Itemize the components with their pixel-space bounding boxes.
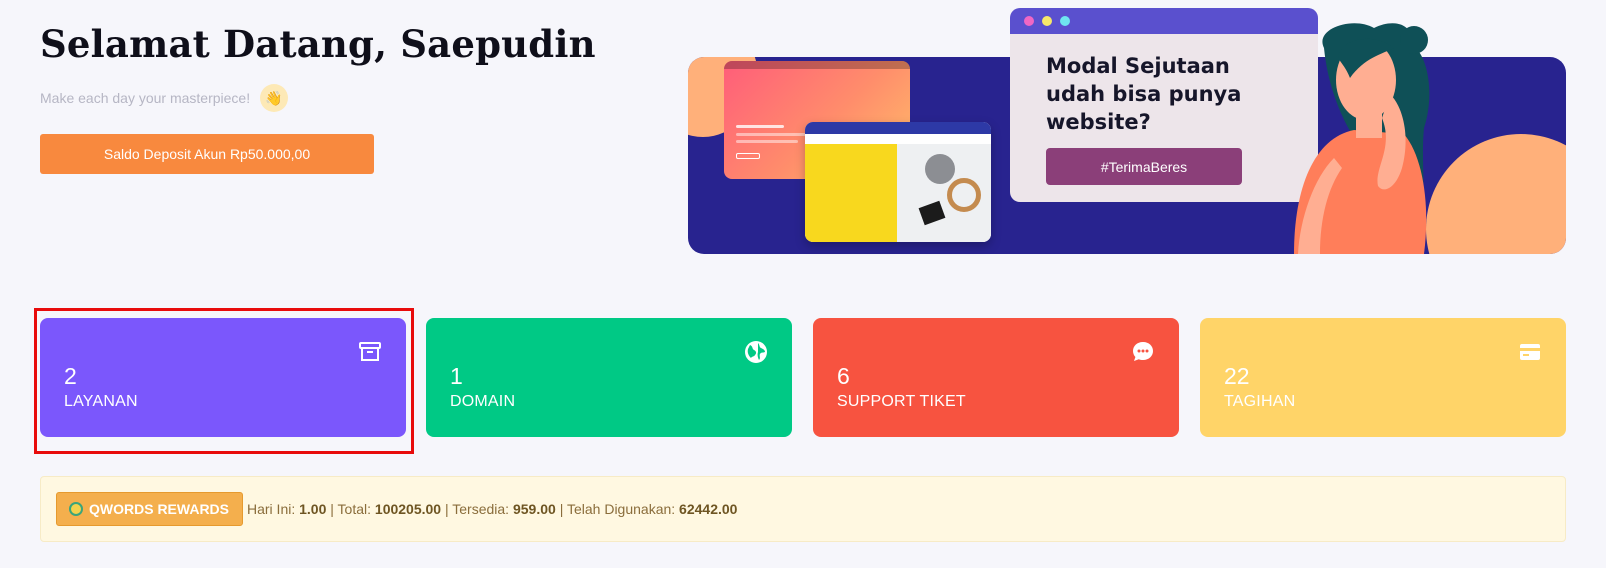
window-dot-icon: [1024, 16, 1034, 26]
card-support-tiket[interactable]: 6 SUPPORT TIKET: [813, 318, 1179, 437]
card-count: 22: [1224, 363, 1250, 389]
card-count: 1: [450, 363, 463, 389]
separator: |: [330, 501, 338, 517]
page-title: Selamat Datang, Saepudin: [40, 22, 596, 66]
card-count: 6: [837, 363, 850, 389]
card-label: DOMAIN: [450, 393, 516, 410]
total-label: Total:: [337, 501, 372, 517]
used-label: Telah Digunakan:: [566, 501, 676, 517]
available-value: 959.00: [512, 501, 556, 517]
window-dot-icon: [1060, 16, 1070, 26]
promo-banner[interactable]: Modal Sejutaan udah bisa punya website? …: [688, 8, 1566, 254]
separator: |: [559, 501, 567, 517]
globe-icon: [745, 341, 767, 363]
subtitle: Make each day your masterpiece! 👋: [40, 84, 289, 112]
card-label: SUPPORT TIKET: [837, 393, 966, 410]
used-value: 62442.00: [679, 501, 738, 517]
today-value: 1.00: [299, 501, 327, 517]
credit-card-icon: [1520, 344, 1540, 360]
rewards-bar: QWORDS REWARDS Hari Ini: 1.00 | Total: 1…: [40, 476, 1566, 542]
archive-icon: [359, 342, 381, 361]
card-domain[interactable]: 1 DOMAIN: [426, 318, 792, 437]
rewards-button[interactable]: QWORDS REWARDS: [56, 492, 243, 526]
today-label: Hari Ini:: [247, 501, 296, 517]
product-mockup-illustration: [805, 122, 991, 242]
rewards-stats: Hari Ini: 1.00 | Total: 100205.00 | Ters…: [247, 501, 737, 517]
card-tagihan[interactable]: 22 TAGIHAN: [1200, 318, 1566, 437]
card-label: TAGIHAN: [1224, 393, 1296, 410]
woman-illustration: [1294, 23, 1430, 254]
banner-hashtag-button[interactable]: #TerimaBeres: [1046, 148, 1242, 185]
card-count: 2: [64, 363, 77, 389]
total-value: 100205.00: [374, 501, 442, 517]
window-dot-icon: [1042, 16, 1052, 26]
card-layanan[interactable]: 2 LAYANAN: [40, 318, 406, 437]
rewards-button-label: QWORDS REWARDS: [89, 501, 229, 517]
chat-icon: [1133, 342, 1153, 361]
available-label: Tersedia:: [452, 501, 510, 517]
coin-icon: [69, 502, 83, 516]
waving-hand-icon: 👋: [260, 84, 289, 112]
subtitle-text: Make each day your masterpiece!: [40, 90, 251, 106]
card-label: LAYANAN: [64, 393, 138, 410]
deposit-balance-button[interactable]: Saldo Deposit Akun Rp50.000,00: [40, 134, 374, 174]
